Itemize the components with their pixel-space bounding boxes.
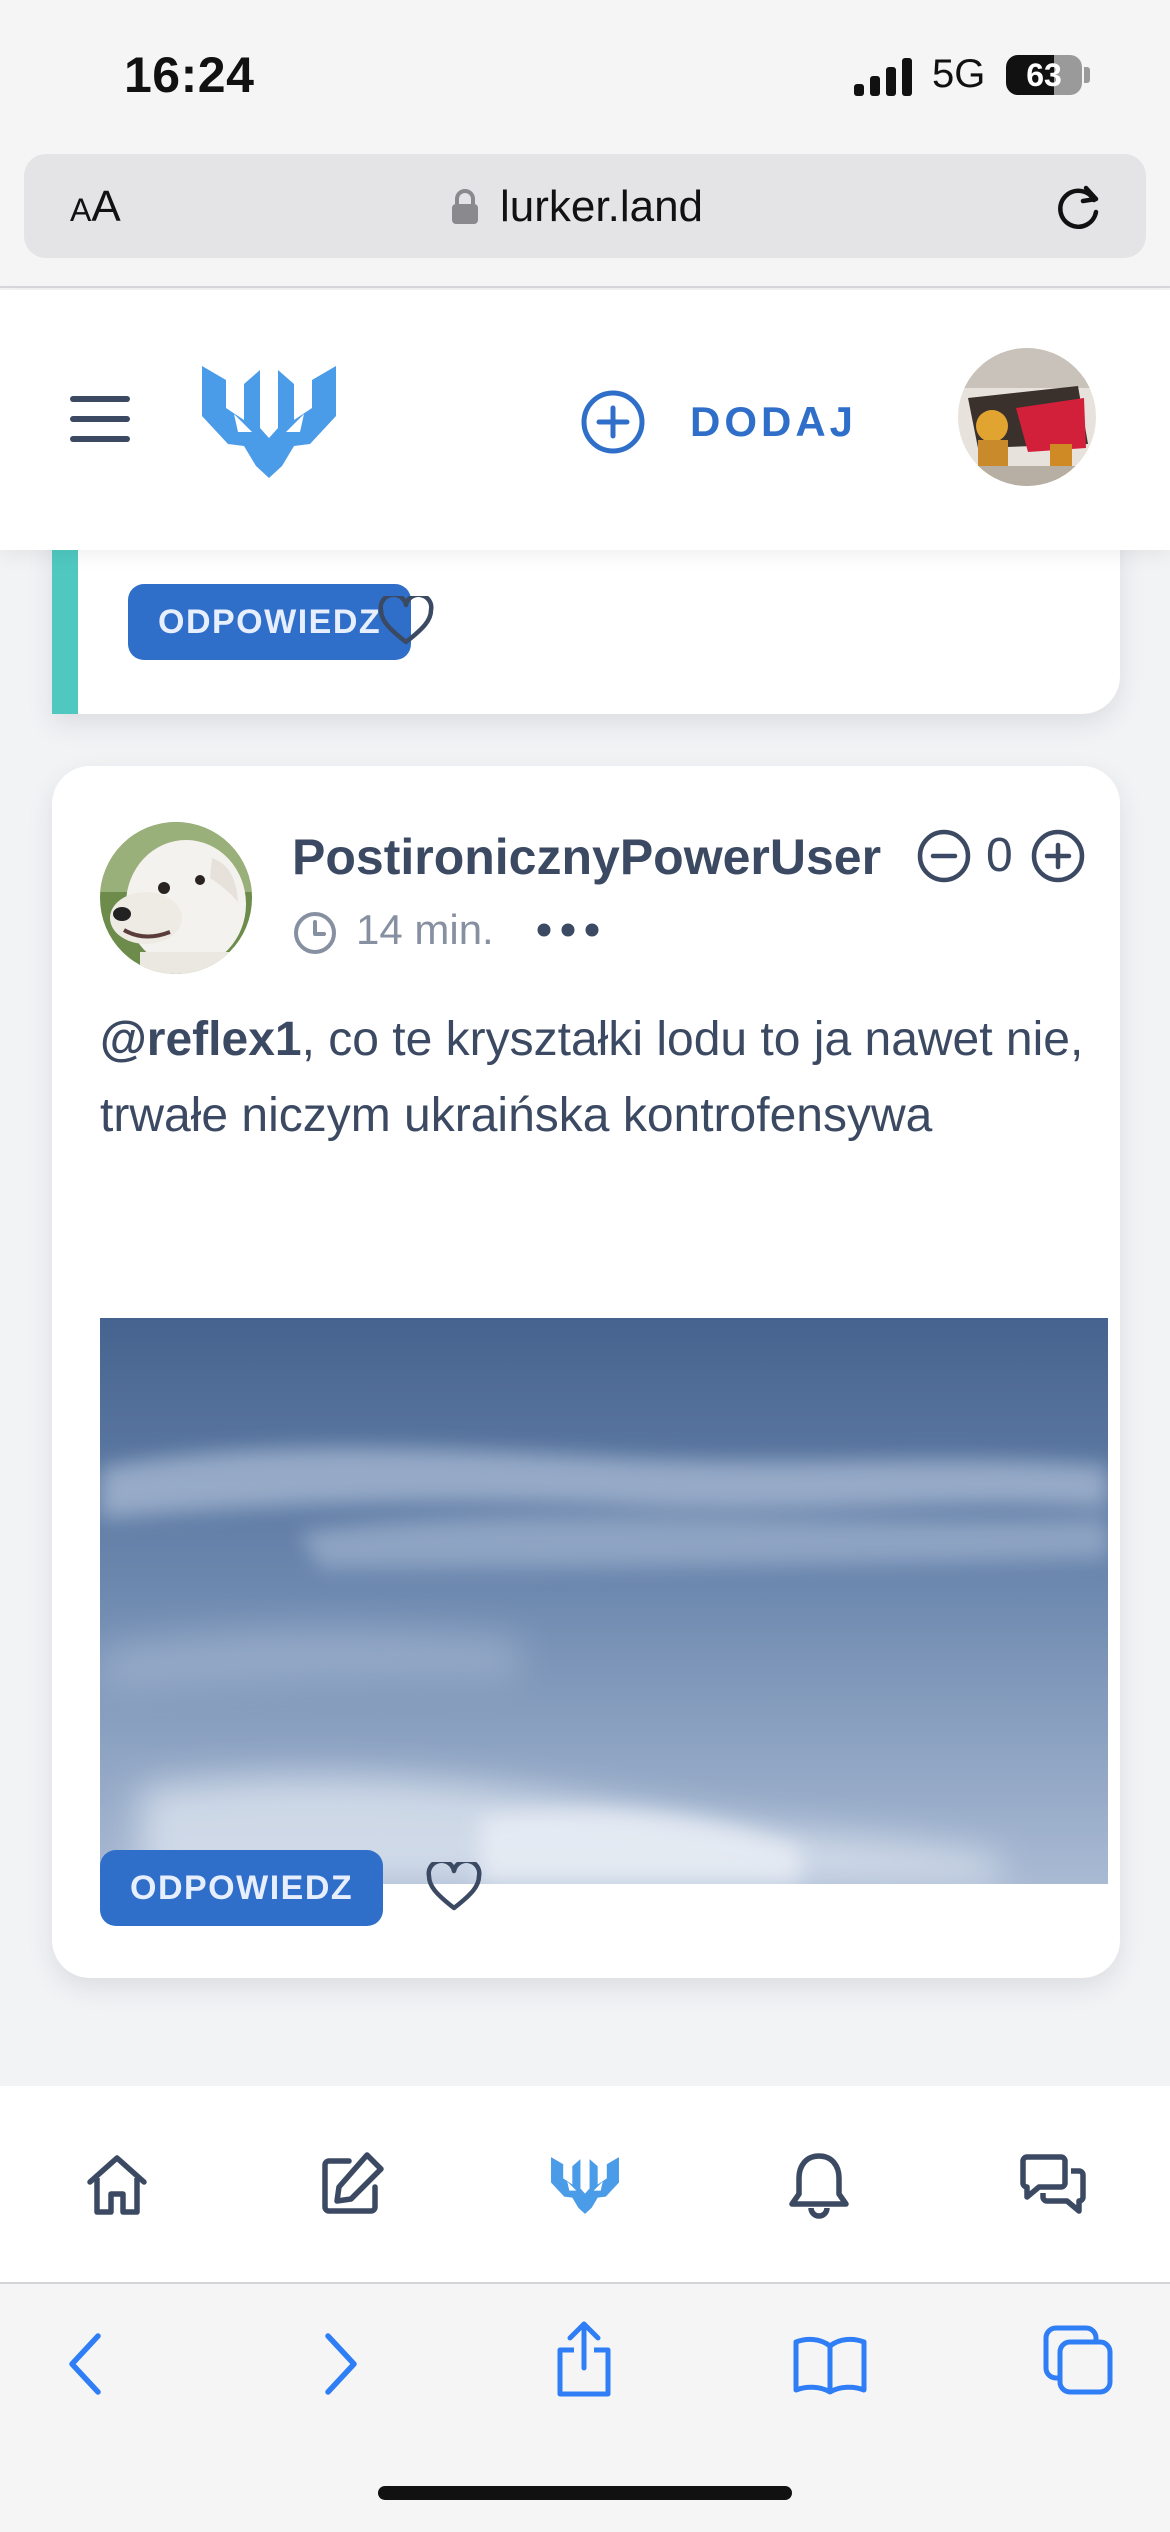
previous-comment-card: ODPOWIEDZ: [52, 550, 1120, 714]
comment-timestamp: 14 min.: [356, 906, 494, 953]
add-post-button[interactable]: DODAJ: [580, 382, 857, 462]
nav-logo[interactable]: [540, 2140, 630, 2230]
chat-icon: [1020, 2154, 1086, 2214]
edit-icon: [322, 2152, 384, 2214]
user-avatar[interactable]: [958, 348, 1096, 486]
comment-author-name[interactable]: PostironicznyPowerUser: [292, 828, 881, 886]
comment-body: @reflex1, co te kryształki lodu to ja na…: [100, 1002, 1110, 1154]
comment-feed: ODPOWIEDZ PostironicznyPowerUser 0 14 mi…: [0, 550, 1170, 2086]
home-icon: [87, 2155, 147, 2215]
cellular-signal-icon: [854, 58, 912, 96]
site-bottom-nav: [0, 2086, 1170, 2282]
tabs-icon[interactable]: [1042, 2324, 1114, 2396]
text-size-small-label: A: [70, 192, 92, 228]
url-text[interactable]: lurker.land: [500, 182, 703, 232]
back-icon[interactable]: [64, 2330, 108, 2398]
reply-button[interactable]: ODPOWIEDZ: [100, 1850, 384, 1926]
text-size-large-label: A: [91, 182, 121, 231]
hamburger-menu-icon[interactable]: [70, 396, 130, 442]
reply-button[interactable]: ODPOWIEDZ: [128, 584, 412, 660]
status-time: 16:24: [124, 47, 255, 103]
bell-icon: [789, 2153, 849, 2219]
lock-icon: [452, 189, 478, 224]
comment-card: PostironicznyPowerUser 0 14 min. @reflex…: [52, 766, 1120, 1978]
address-bar[interactable]: AA lurker.land: [24, 154, 1146, 258]
nav-messages[interactable]: [1008, 2140, 1098, 2230]
heart-icon[interactable]: [378, 596, 434, 646]
more-options-icon[interactable]: [536, 922, 600, 938]
clock-icon: [294, 912, 336, 954]
bookmarks-icon[interactable]: [792, 2334, 868, 2396]
home-indicator: [378, 2486, 792, 2500]
status-bar: 16:24 5G 63: [0, 0, 1170, 150]
nav-notifications[interactable]: [774, 2140, 864, 2230]
battery-percent: 63: [1026, 57, 1062, 93]
vote-count: 0: [986, 829, 1013, 882]
user-avatar-image: [958, 348, 1096, 486]
share-icon[interactable]: [552, 2320, 616, 2400]
nav-write[interactable]: [306, 2140, 396, 2230]
comment-attached-image[interactable]: [100, 1318, 1108, 1884]
upvote-icon[interactable]: [1030, 828, 1086, 884]
forward-icon[interactable]: [318, 2330, 362, 2398]
downvote-icon[interactable]: [916, 828, 972, 884]
sky-photo: [100, 1318, 1108, 1884]
add-button-label: DODAJ: [690, 398, 858, 445]
browser-address-area: AA lurker.land: [0, 150, 1170, 288]
dog-avatar-image: [100, 822, 252, 974]
site-header: DODAJ: [0, 290, 1170, 550]
battery-icon: 63: [1006, 55, 1082, 95]
text-size-button[interactable]: AA: [70, 182, 121, 232]
user-mention-link[interactable]: @reflex1: [100, 1013, 302, 1066]
site-logo-icon[interactable]: [198, 360, 340, 482]
heart-icon[interactable]: [426, 1862, 482, 1912]
plus-circle-icon: [581, 390, 645, 454]
nav-home[interactable]: [72, 2140, 162, 2230]
logo-icon: [551, 2157, 619, 2214]
network-type: 5G: [932, 52, 986, 96]
comment-author-avatar[interactable]: [100, 822, 252, 974]
reload-icon[interactable]: [1050, 178, 1106, 234]
battery-tip: [1084, 67, 1090, 83]
